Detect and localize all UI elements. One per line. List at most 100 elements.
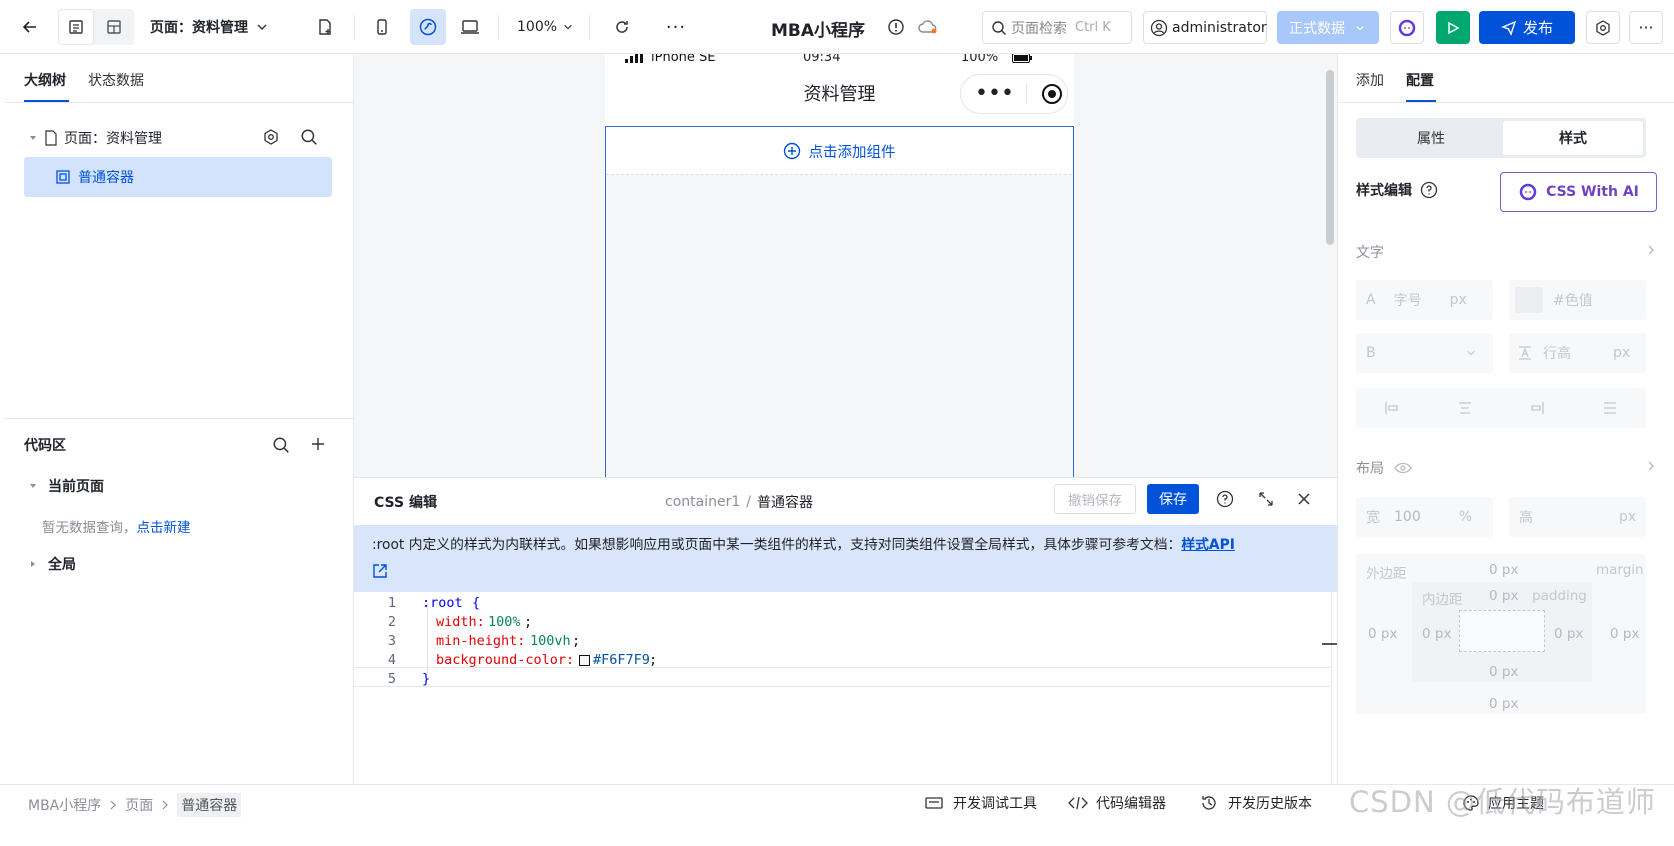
zoom-value: 100% xyxy=(517,19,558,35)
undo-save-button[interactable]: 撤销保存 xyxy=(1054,484,1136,514)
help-icon[interactable] xyxy=(1420,181,1438,199)
margin-top-value[interactable]: 0 px xyxy=(1489,562,1518,578)
create-query-link[interactable]: 点击新建 xyxy=(137,516,191,536)
canvas-scrollbar[interactable] xyxy=(1326,70,1334,245)
cloud-sync-icon[interactable] xyxy=(910,9,946,45)
selected-container[interactable]: 点击添加组件 xyxy=(605,126,1074,477)
tree-node-container[interactable]: 普通容器 xyxy=(24,157,332,197)
color-swatch[interactable] xyxy=(1515,287,1543,313)
info-icon[interactable] xyxy=(878,9,914,45)
segment-props[interactable]: 属性 xyxy=(1359,121,1503,155)
page-select[interactable]: 页面：资料管理 xyxy=(150,16,268,38)
css-with-ai-button[interactable]: CSS With AI xyxy=(1500,172,1657,212)
code-editor[interactable]: 1 :root { 2 width: 100% ; 3 min-height: … xyxy=(354,592,1337,785)
current-page-group[interactable]: 当前页面 xyxy=(28,476,104,496)
more-icon[interactable]: ··· xyxy=(658,9,694,45)
phone-carrier: iPhone SE xyxy=(651,54,716,65)
chevron-down-icon xyxy=(1355,23,1365,33)
margin-bottom-value[interactable]: 0 px xyxy=(1489,696,1518,712)
open-brace: { xyxy=(472,595,481,611)
page-list-icon[interactable] xyxy=(58,9,94,45)
settings-gear-icon[interactable] xyxy=(1586,11,1620,44)
text-section-title[interactable]: 文字 xyxy=(1356,242,1384,262)
desktop-view-icon[interactable] xyxy=(452,9,488,45)
font-weight-select[interactable]: B xyxy=(1356,333,1493,373)
margin-left-value[interactable]: 0 px xyxy=(1368,626,1397,642)
user-menu[interactable]: administrator xyxy=(1143,11,1267,44)
miniprogram-view-icon[interactable] xyxy=(410,9,446,45)
page-settings-icon[interactable] xyxy=(262,128,280,146)
ai-assistant-icon[interactable] xyxy=(1390,11,1424,44)
style-api-link[interactable]: 样式API xyxy=(1181,537,1235,553)
tab-outline[interactable]: 大纲树 xyxy=(24,70,66,90)
capsule-button[interactable]: ••• xyxy=(960,74,1068,114)
chevron-right-icon[interactable] xyxy=(1646,244,1656,256)
layout-icon[interactable] xyxy=(96,9,132,45)
signal-icon xyxy=(625,54,643,63)
chevron-right-icon[interactable] xyxy=(1646,460,1656,472)
crumb-page[interactable]: 页面 xyxy=(125,795,153,815)
tab-config[interactable]: 配置 xyxy=(1406,70,1434,90)
content-box xyxy=(1459,610,1545,652)
page-search-input[interactable]: 页面检索 Ctrl K xyxy=(982,11,1132,44)
tree-search-icon[interactable] xyxy=(300,128,318,146)
refresh-icon[interactable] xyxy=(604,9,640,45)
help-icon[interactable] xyxy=(1216,490,1234,508)
add-component-zone[interactable]: 点击添加组件 xyxy=(606,127,1072,175)
line-height-field[interactable]: 行高 px xyxy=(1509,333,1646,373)
save-button[interactable]: 保存 xyxy=(1147,484,1199,514)
ai-logo-icon xyxy=(1518,182,1538,202)
publish-button[interactable]: 发布 xyxy=(1479,11,1575,44)
new-page-icon[interactable] xyxy=(307,9,343,45)
align-center-icon[interactable] xyxy=(1457,401,1473,415)
crumb-app[interactable]: MBA小程序 xyxy=(28,795,101,815)
search-shortcut: Ctrl K xyxy=(1075,20,1111,35)
css-selector: :root xyxy=(422,595,463,611)
tab-state-data[interactable]: 状态数据 xyxy=(88,70,144,90)
code-search-icon[interactable] xyxy=(272,436,290,454)
padding-right-value[interactable]: 0 px xyxy=(1554,626,1583,642)
zoom-select[interactable]: 100% xyxy=(517,16,573,38)
width-field[interactable]: 宽 100 % xyxy=(1356,497,1493,537)
global-group[interactable]: 全局 xyxy=(28,554,76,574)
padding-left-value[interactable]: 0 px xyxy=(1422,626,1451,642)
expand-icon[interactable] xyxy=(1257,490,1275,508)
margin-right-value[interactable]: 0 px xyxy=(1610,626,1639,642)
eye-icon[interactable] xyxy=(1394,462,1412,474)
devtools-button[interactable]: 开发调试工具 xyxy=(925,793,1037,813)
add-component-label: 点击添加组件 xyxy=(808,144,896,161)
design-canvas: iPhone SE 09:34 100% 资料管理 ••• 点击添加组件 xyxy=(354,54,1337,477)
mobile-view-icon[interactable] xyxy=(364,9,400,45)
height-field[interactable]: 高 px xyxy=(1509,497,1646,537)
align-right-icon[interactable] xyxy=(1529,401,1545,415)
align-justify-icon[interactable] xyxy=(1602,401,1618,415)
code-editor-button[interactable]: 代码编辑器 xyxy=(1068,793,1166,813)
layout-section-title[interactable]: 布局 xyxy=(1356,458,1412,478)
crumb-component[interactable]: 普通容器 xyxy=(177,793,242,817)
tab-add[interactable]: 添加 xyxy=(1356,70,1384,90)
add-icon[interactable] xyxy=(310,436,326,452)
color-placeholder: #色值 xyxy=(1553,293,1593,309)
run-preview-icon[interactable] xyxy=(1436,11,1470,44)
crumb-current: 普通容器 xyxy=(756,495,813,511)
external-link-icon[interactable] xyxy=(372,563,1321,579)
history-button[interactable]: 开发历史版本 xyxy=(1200,793,1312,813)
code-editor-label: 代码编辑器 xyxy=(1096,796,1166,812)
padding-top-value[interactable]: 0 px xyxy=(1489,588,1518,604)
font-color-field[interactable]: #色值 xyxy=(1509,280,1646,320)
env-select-button[interactable]: 正式数据 xyxy=(1277,11,1379,44)
height-label: 高 xyxy=(1519,510,1533,526)
crumb-parent[interactable]: container1 xyxy=(665,494,740,510)
color-swatch[interactable] xyxy=(579,655,590,666)
tree-node-page[interactable]: 页面：资料管理 xyxy=(28,126,162,150)
more-menu-icon[interactable]: ··· xyxy=(1629,11,1663,44)
font-size-field[interactable]: A 字号 px xyxy=(1356,280,1493,320)
padding-bottom-value[interactable]: 0 px xyxy=(1489,664,1518,680)
line-number: 4 xyxy=(387,652,396,668)
back-arrow-icon[interactable] xyxy=(12,9,48,45)
align-left-icon[interactable] xyxy=(1384,401,1400,415)
segment-style[interactable]: 样式 xyxy=(1503,121,1643,155)
css-value: 100vh xyxy=(530,633,571,649)
close-icon[interactable] xyxy=(1296,491,1312,507)
semicolon: ; xyxy=(649,652,658,668)
